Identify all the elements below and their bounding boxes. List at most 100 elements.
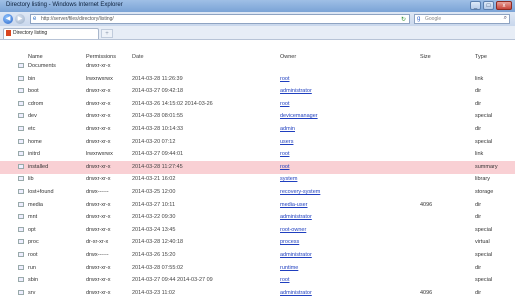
favicon-icon — [6, 30, 11, 36]
file-owner-link[interactable]: root-owner — [280, 227, 416, 234]
table-row[interactable]: initrd lrwxrwxrwx 2014-03-27 09:44:01 root l… — [0, 148, 515, 161]
tab-directory-listing[interactable]: Directory listing — [3, 28, 99, 39]
file-owner-link[interactable]: recovery-system — [280, 189, 416, 196]
table-row[interactable]: etc drwxr-xr-x 2014-03-28 10:14:33 admin dir — [0, 123, 515, 136]
table-row[interactable]: sbin drwxr-xr-x 2014-03-27 09:44 2014-03-2… — [0, 274, 515, 287]
file-owner-link[interactable]: administrator — [280, 214, 416, 221]
file-name: Documents — [28, 63, 56, 69]
table-row[interactable]: mnt drwxr-xr-x 2014-03-22 09:30 administrat… — [0, 211, 515, 224]
page-icon: e — [33, 16, 37, 22]
search-input[interactable]: g Google ⌕ — [414, 14, 510, 24]
file-permissions: drwx------ — [86, 189, 109, 195]
file-date: 2014-03-22 09:30 — [132, 214, 176, 221]
table-row[interactable]: root drwx------ 2014-03-26 15:20 administra… — [0, 249, 515, 262]
file-date: 2014-03-28 10:14:33 — [132, 126, 184, 132]
table-row[interactable]: Documents drwxr-xr-x — [0, 60, 515, 73]
file-name: srv — [28, 289, 36, 296]
new-tab-button[interactable]: + — [101, 29, 113, 38]
table-row[interactable]: bin lrwxrwxrwx 2014-03-28 11:26:39 root link — [0, 73, 515, 86]
file-owner-link[interactable]: administrator — [280, 88, 416, 95]
url-input[interactable]: e http://server/files/directory/listing/… — [30, 14, 410, 24]
file-owner-link[interactable]: administrator — [280, 290, 416, 297]
file-type: special — [475, 138, 493, 145]
file-type: dir — [475, 88, 482, 95]
table-row[interactable]: srv drwxr-xr-x 2014-03-23 11:02 administrat… — [0, 287, 515, 300]
folder-icon — [18, 163, 24, 169]
file-date: 2014-03-26 14:15:02 2014-03-26 — [132, 100, 213, 107]
file-owner-link[interactable]: administrator — [280, 252, 416, 259]
arrow-left-icon: ◀ — [5, 16, 11, 22]
file-owner-link[interactable]: users — [280, 139, 416, 146]
table-row[interactable]: boot drwxr-xr-x 2014-03-27 09:42:18 adminis… — [0, 85, 515, 98]
folder-icon — [18, 239, 24, 245]
window-controls: _ □ x — [470, 1, 512, 10]
file-type: special — [475, 252, 493, 258]
file-type: link — [475, 75, 484, 82]
file-owner-link[interactable]: root — [280, 76, 416, 83]
file-owner-link[interactable]: process — [280, 239, 416, 246]
file-owner-link[interactable]: root — [280, 164, 416, 171]
file-owner-link[interactable]: devicemanager — [280, 113, 416, 120]
close-button[interactable]: x — [496, 1, 512, 10]
file-type: storage — [475, 189, 494, 195]
file-owner-link[interactable]: media-user — [280, 202, 416, 209]
file-date: 2014-03-25 12:00 — [132, 189, 176, 195]
table-row[interactable]: cdrom drwxr-xr-x 2014-03-26 14:15:02 2014-… — [0, 98, 515, 111]
file-name: etc — [28, 126, 36, 132]
table-row[interactable]: installed drwxr-xr-x 2014-03-28 11:27:45 ro… — [0, 160, 515, 174]
file-name: installed — [28, 163, 49, 170]
file-date: 2014-03-20 07:12 — [132, 138, 176, 145]
folder-icon — [18, 264, 24, 270]
file-date: 2014-03-28 08:01:55 — [132, 113, 184, 120]
file-owner-link[interactable]: runtime — [280, 265, 416, 272]
directory-listing: Name Permissions Date Owner Size Type Do… — [0, 46, 515, 302]
file-name: media — [28, 201, 43, 208]
table-row[interactable]: media drwxr-xr-x 2014-03-27 10:11 media-use… — [0, 199, 515, 212]
table-row[interactable]: dev drwxr-xr-x 2014-03-28 08:01:55 devicema… — [0, 110, 515, 123]
table-row[interactable]: lib drwxr-xr-x 2014-03-21 16:02 system libra… — [0, 173, 515, 186]
file-name: opt — [28, 226, 36, 233]
file-type: dir — [475, 214, 482, 221]
file-owner-link[interactable]: root — [280, 101, 416, 108]
file-name: bin — [28, 75, 36, 82]
forward-button[interactable]: ▶ — [15, 14, 25, 24]
tab-bar: Directory listing + — [0, 26, 515, 40]
minimize-button[interactable]: _ — [470, 1, 481, 10]
file-date: 2014-03-27 10:11 — [132, 201, 176, 208]
back-button[interactable]: ◀ — [3, 14, 13, 24]
file-permissions: drwxr-xr-x — [86, 113, 111, 120]
folder-icon — [18, 75, 24, 81]
file-permissions: drwxr-xr-x — [86, 100, 111, 107]
file-owner-link[interactable]: root — [280, 277, 416, 284]
table-row[interactable]: proc dr-xr-xr-x 2014-03-28 12:40:18 process… — [0, 236, 515, 249]
folder-icon — [18, 88, 24, 94]
file-date: 2014-03-24 13:45 — [132, 226, 176, 233]
table-row[interactable]: home drwxr-xr-x 2014-03-20 07:12 users speci… — [0, 136, 515, 149]
file-name: proc — [28, 239, 39, 246]
maximize-button[interactable]: □ — [483, 1, 494, 10]
file-date: 2014-03-23 11:02 — [132, 289, 176, 296]
arrow-right-icon: ▶ — [17, 16, 23, 22]
folder-icon — [18, 226, 24, 232]
file-date: 2014-03-27 09:42:18 — [132, 88, 184, 95]
folder-icon — [18, 151, 24, 157]
file-permissions: drwxr-xr-x — [86, 138, 111, 145]
file-owner-link[interactable]: system — [280, 176, 416, 183]
search-icon[interactable]: ⌕ — [504, 15, 507, 22]
file-type: dir — [475, 264, 482, 271]
file-type: dir — [475, 126, 482, 132]
table-row[interactable]: run drwxr-xr-x 2014-03-28 07:55:02 runtime d… — [0, 262, 515, 275]
file-type: dir — [475, 201, 482, 208]
file-date: 2014-03-27 09:44 2014-03-27 09 — [132, 277, 213, 284]
folder-icon — [18, 100, 24, 106]
file-owner-link[interactable]: admin — [280, 126, 416, 133]
file-owner-link[interactable]: root — [280, 151, 416, 158]
file-permissions: drwx------ — [86, 252, 109, 258]
refresh-icon[interactable]: ↻ — [401, 16, 406, 23]
file-permissions: drwxr-xr-x — [86, 88, 111, 95]
file-permissions: drwxr-xr-x — [86, 126, 111, 132]
file-permissions: drwxr-xr-x — [86, 289, 111, 296]
table-row[interactable]: lost+found drwx------ 2014-03-25 12:00 reco… — [0, 186, 515, 199]
table-row[interactable]: opt drwxr-xr-x 2014-03-24 13:45 root-owner s… — [0, 224, 515, 237]
file-date: 2014-03-28 07:55:02 — [132, 264, 184, 271]
